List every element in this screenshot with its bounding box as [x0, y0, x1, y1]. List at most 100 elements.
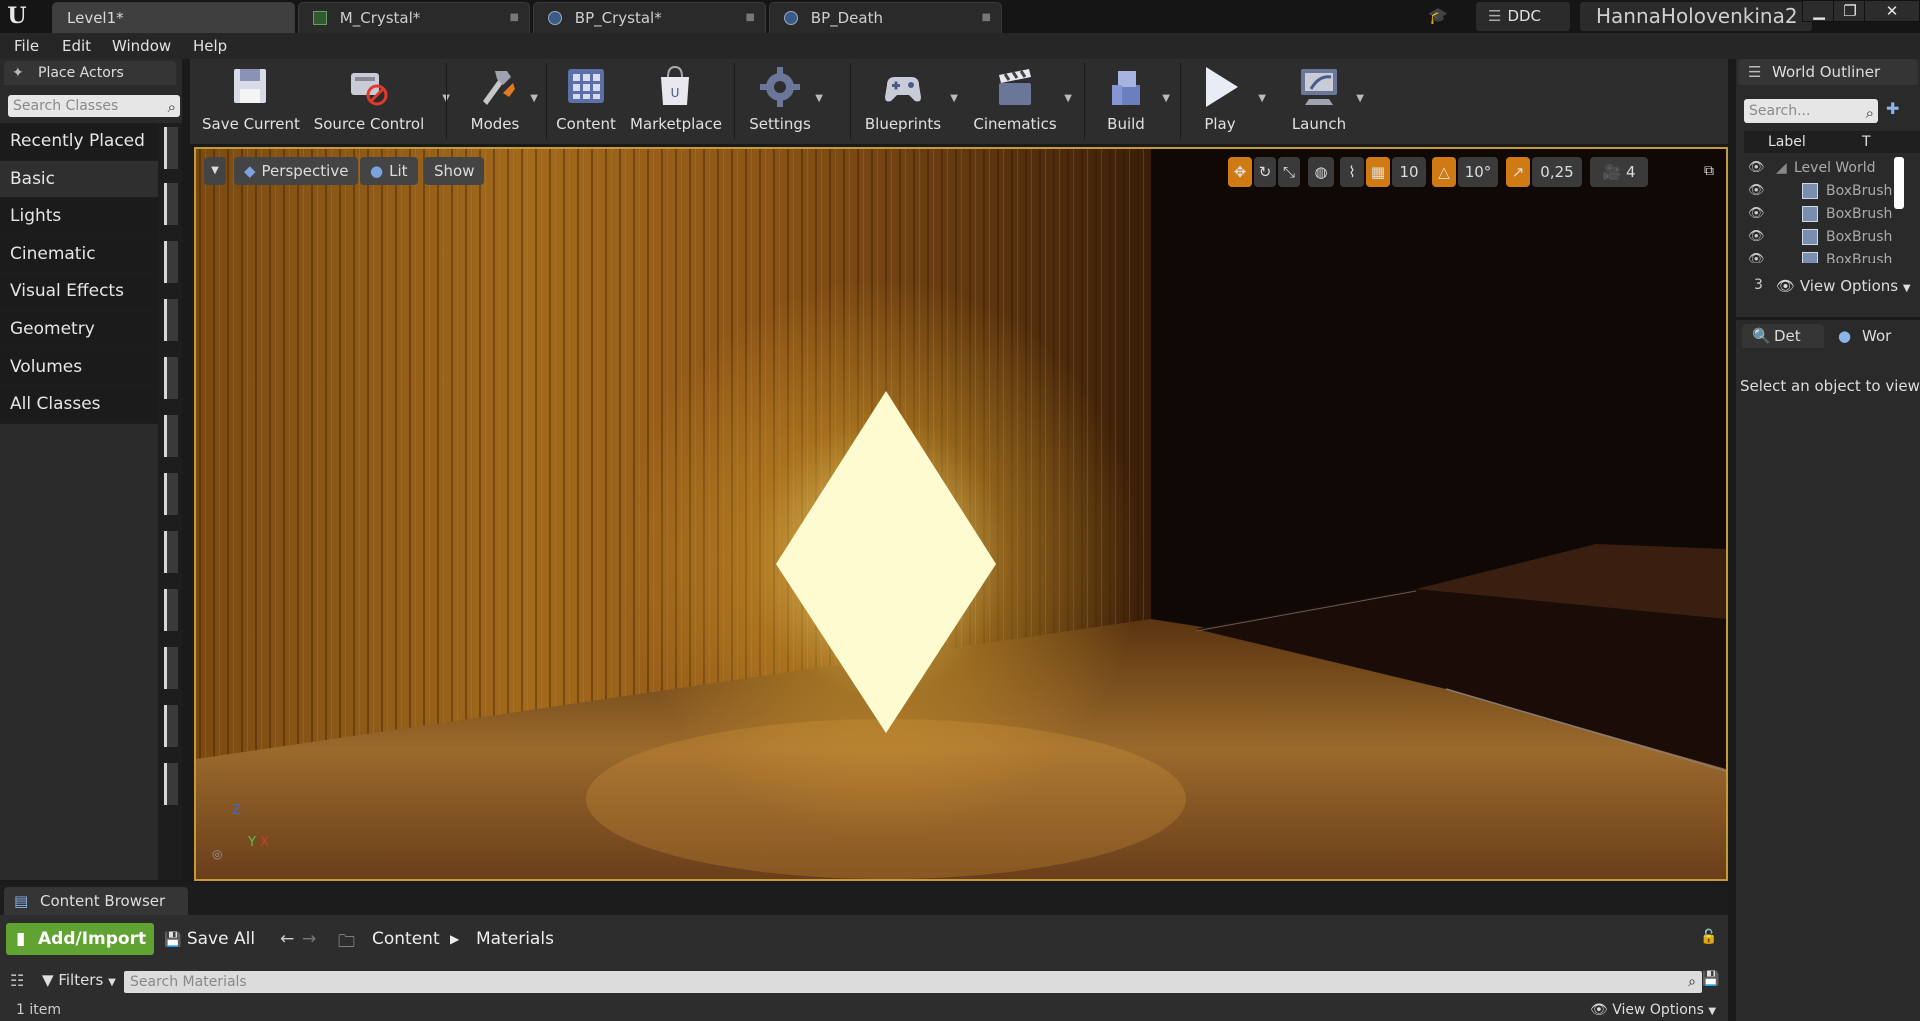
source-control-button[interactable]: Source Control ▼: [304, 63, 450, 141]
chevron-down-icon[interactable]: ▼: [1162, 93, 1170, 104]
add-import-button[interactable]: ▮ Add/Import ▼: [6, 923, 154, 979]
actor-thumbnail[interactable]: [164, 357, 178, 399]
label-column[interactable]: Label: [1768, 131, 1806, 153]
actor-thumbnail[interactable]: [164, 415, 178, 457]
chevron-down-icon[interactable]: ▼: [1356, 93, 1364, 104]
category-volumes[interactable]: Volumes: [0, 348, 158, 387]
chevron-down-icon[interactable]: ▼: [815, 93, 823, 104]
content-button[interactable]: Content: [556, 63, 616, 141]
save-search-icon[interactable]: 💾: [1702, 971, 1719, 987]
chevron-down-icon[interactable]: ▼: [950, 93, 958, 104]
tab-level1[interactable]: Level1*: [52, 2, 295, 33]
world-outliner-tab[interactable]: ☰ World Outliner: [1738, 59, 1918, 85]
actor-thumbnail[interactable]: [164, 763, 178, 805]
lock-icon[interactable]: 🔓: [1700, 929, 1717, 945]
actor-thumbnail[interactable]: [164, 473, 178, 515]
outliner-view-options[interactable]: 👁 View Options ▼: [1776, 277, 1911, 295]
tab-world-settings[interactable]: ● Wor: [1828, 324, 1912, 348]
scale-snap-icon[interactable]: ↗: [1506, 157, 1530, 187]
type-column[interactable]: T: [1862, 131, 1871, 153]
sources-panel-icon[interactable]: ☷: [10, 971, 24, 990]
visibility-eye-icon[interactable]: 👁: [1748, 249, 1765, 263]
level-viewport[interactable]: ▼ ◆ Perspective ● Lit Show ✥ ↻ ⤡ ◍ ⌇ ▦ 10 …: [194, 147, 1728, 881]
actor-thumbnail[interactable]: [164, 705, 178, 747]
category-geometry[interactable]: Geometry: [0, 310, 158, 349]
actor-thumbnail[interactable]: [164, 299, 178, 341]
perspective-button[interactable]: ◆ Perspective: [234, 157, 359, 185]
modes-button[interactable]: Modes ▼: [460, 63, 538, 141]
breadcrumb-materials[interactable]: Materials: [476, 929, 554, 949]
actor-thumbnail[interactable]: [164, 589, 178, 631]
content-browser-tab[interactable]: ▤ Content Browser: [4, 887, 188, 915]
learn-icon[interactable]: 🎓: [1428, 6, 1448, 25]
grid-snap-icon[interactable]: ▦: [1366, 157, 1390, 187]
close-window-button[interactable]: ✕: [1864, 0, 1920, 22]
launch-button[interactable]: Launch ▼: [1288, 63, 1364, 141]
maximize-button[interactable]: ❐: [1833, 0, 1867, 22]
marketplace-button[interactable]: U Marketplace: [630, 63, 722, 141]
visibility-eye-icon[interactable]: 👁: [1748, 180, 1765, 202]
outliner-scrollbar[interactable]: [1894, 157, 1904, 209]
world-space-icon[interactable]: ◍: [1308, 157, 1334, 187]
outliner-row[interactable]: 👁 BoxBrush: [1744, 180, 1910, 202]
breadcrumb-chevron-icon[interactable]: ▶: [450, 932, 459, 946]
visibility-eye-icon[interactable]: 👁: [1748, 226, 1765, 248]
cinematics-button[interactable]: Cinematics ▼: [972, 63, 1072, 141]
outliner-row[interactable]: 👁 ◢ Level World: [1744, 157, 1910, 179]
category-visual-effects[interactable]: Visual Effects: [0, 273, 158, 311]
visibility-eye-icon[interactable]: 👁: [1748, 203, 1765, 225]
menu-file[interactable]: File: [14, 37, 39, 55]
forward-arrow-icon[interactable]: →: [302, 929, 316, 949]
settings-button[interactable]: Settings ▼: [745, 63, 823, 141]
category-basic[interactable]: Basic: [0, 160, 158, 199]
chevron-down-icon[interactable]: ▼: [1258, 93, 1266, 104]
visibility-eye-icon[interactable]: 👁: [1748, 157, 1765, 179]
filters-button[interactable]: ▼ Filters ▼: [42, 971, 116, 989]
chevron-down-icon[interactable]: ▼: [1064, 93, 1072, 104]
search-materials-input[interactable]: Search Materials ⌕: [124, 971, 1702, 993]
ddc-button[interactable]: ☰ DDC: [1476, 2, 1570, 31]
menu-edit[interactable]: Edit: [62, 37, 91, 55]
rotate-tool-icon[interactable]: ↻: [1254, 157, 1276, 187]
actor-thumbnail[interactable]: [164, 531, 178, 573]
show-button[interactable]: Show: [424, 157, 485, 185]
category-cinematic[interactable]: Cinematic: [0, 235, 158, 274]
content-view-options[interactable]: 👁 View Options ▼: [1590, 999, 1716, 1021]
camera-speed-button[interactable]: 🎥 4: [1590, 157, 1648, 187]
tab-bp-crystal[interactable]: BP_Crystal* ■: [533, 2, 766, 33]
tab-m-crystal[interactable]: M_Crystal* ■: [298, 2, 530, 33]
menu-help[interactable]: Help: [193, 37, 227, 55]
viewport-options-dropdown[interactable]: ▼: [204, 157, 226, 185]
outliner-row[interactable]: 👁 BoxBrush: [1744, 249, 1910, 263]
close-icon[interactable]: ■: [510, 3, 519, 33]
maximize-viewport-icon[interactable]: ⧉: [1704, 163, 1714, 179]
actor-thumbnail[interactable]: [164, 241, 178, 283]
breadcrumb-content[interactable]: Content: [372, 929, 440, 949]
save-all-button[interactable]: 💾 Save All: [164, 929, 255, 949]
outliner-row[interactable]: 👁 BoxBrush: [1744, 226, 1910, 248]
chevron-down-icon[interactable]: ▼: [530, 93, 538, 104]
rotation-snap-icon[interactable]: △: [1432, 157, 1456, 187]
unreal-logo-icon[interactable]: U: [4, 3, 30, 29]
add-filter-icon[interactable]: ✚: [1886, 99, 1899, 118]
build-button[interactable]: Build ▼: [1096, 63, 1170, 141]
translate-tool-icon[interactable]: ✥: [1228, 157, 1252, 187]
play-button[interactable]: Play ▼: [1190, 63, 1266, 141]
category-lights[interactable]: Lights: [0, 198, 158, 236]
blueprints-button[interactable]: Blueprints ▼: [860, 63, 958, 141]
category-all-classes[interactable]: All Classes: [0, 386, 158, 424]
outliner-search-input[interactable]: Search... ⌕: [1744, 99, 1878, 123]
actor-thumbnail[interactable]: [164, 127, 178, 169]
surface-snap-icon[interactable]: ⌇: [1340, 157, 1364, 187]
search-classes-input[interactable]: Search Classes ⌕: [8, 95, 180, 117]
back-arrow-icon[interactable]: ←: [280, 929, 294, 949]
tab-bp-death[interactable]: BP_Death ■: [769, 2, 1002, 33]
menu-window[interactable]: Window: [112, 37, 171, 55]
scale-snap-value[interactable]: 0,25: [1532, 157, 1582, 187]
actor-thumbnail[interactable]: [164, 647, 178, 689]
category-recently-placed[interactable]: Recently Placed: [0, 123, 158, 161]
scale-tool-icon[interactable]: ⤡: [1278, 157, 1300, 187]
save-current-button[interactable]: Save Current: [202, 63, 300, 141]
grid-snap-value[interactable]: 10: [1392, 157, 1426, 187]
rotation-snap-value[interactable]: 10°: [1458, 157, 1498, 187]
